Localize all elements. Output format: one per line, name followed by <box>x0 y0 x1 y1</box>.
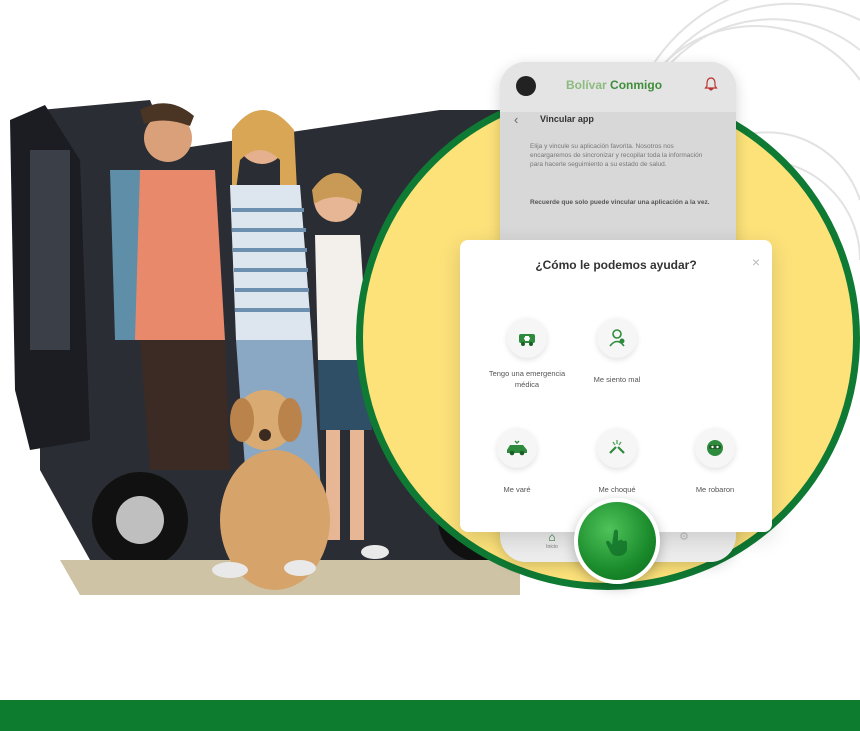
phone-header: Bolívar Conmigo <box>500 62 736 112</box>
help-modal: ¿Cómo le podemos ayudar? × Tengo una eme… <box>460 240 772 532</box>
option-feel-sick[interactable]: Me siento mal <box>572 318 662 385</box>
broken-car-icon <box>497 428 537 468</box>
robbery-icon <box>695 428 735 468</box>
option-label: Me siento mal <box>593 375 641 384</box>
emergency-button[interactable] <box>574 498 660 584</box>
option-car-crash[interactable]: Me choqué <box>572 428 662 495</box>
footer-band <box>0 700 860 731</box>
home-icon: ⌂ <box>548 530 556 544</box>
bell-icon[interactable] <box>704 77 720 93</box>
avatar[interactable] <box>516 76 536 96</box>
option-robbery[interactable]: Me robaron <box>670 428 760 495</box>
description-text: Elija y vincule su aplicación favorita. … <box>530 143 703 168</box>
option-label: Me robaron <box>695 485 735 494</box>
screen-header: ‹ Vincular app <box>500 106 736 134</box>
option-medical-emergency[interactable]: Tengo una emergencia médica <box>482 318 572 390</box>
modal-title: ¿Cómo le podemos ayudar? <box>535 258 697 272</box>
pointer-hand-icon <box>606 529 627 556</box>
option-label: Tengo una emergencia médica <box>488 369 566 389</box>
brand-logo: Bolívar Conmigo <box>566 78 662 92</box>
nav-home[interactable]: ⌂ Inicio <box>540 530 564 550</box>
nav-home-label: Inicio <box>546 544 558 550</box>
car-crash-icon <box>597 428 637 468</box>
back-arrow-icon[interactable]: ‹ <box>514 112 518 127</box>
close-icon[interactable]: × <box>752 254 760 270</box>
option-label: Me choqué <box>598 485 636 494</box>
brand-main: Conmigo <box>610 78 663 92</box>
ambulance-icon <box>507 318 547 358</box>
sick-person-icon <box>597 318 637 358</box>
option-label: Me varé <box>503 485 531 494</box>
note-text: Recuerde que solo puede vincular una apl… <box>530 199 710 206</box>
brand-prefix: Bolívar <box>566 78 607 92</box>
screen-title: Vincular app <box>540 114 594 124</box>
option-car-breakdown[interactable]: Me varé <box>472 428 562 495</box>
